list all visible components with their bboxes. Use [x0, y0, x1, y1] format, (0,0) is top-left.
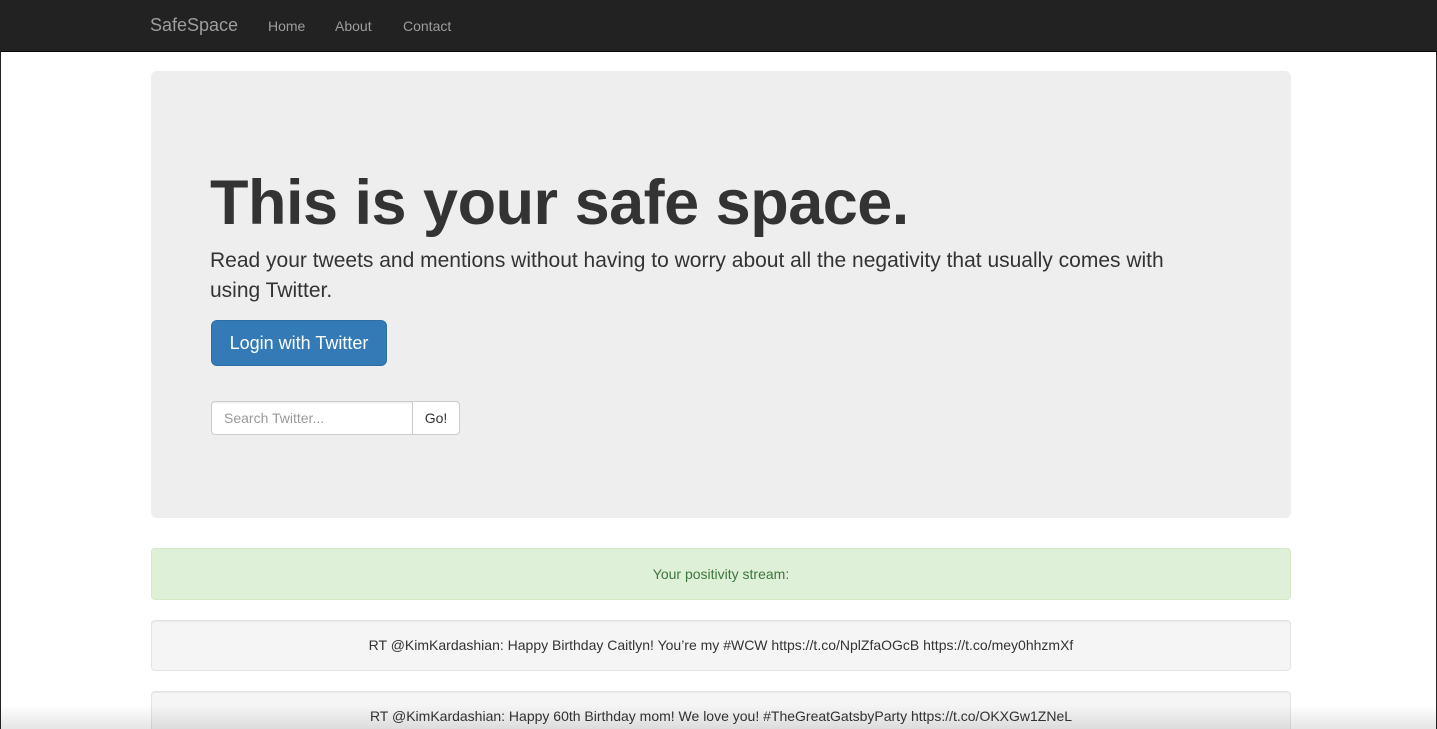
search-go-button[interactable]: Go!	[413, 401, 460, 435]
nav-item-contact[interactable]: Contact	[403, 17, 451, 35]
search-form: Go!	[211, 401, 460, 435]
brand-link[interactable]: SafeSpace	[150, 15, 238, 35]
login-with-twitter-button[interactable]: Login with Twitter	[211, 320, 387, 366]
search-input[interactable]	[211, 401, 413, 435]
hero-title: This is your safe space.	[210, 168, 909, 238]
hero-lead-text: Read your tweets and mentions without ha…	[210, 249, 1164, 302]
nav-item-about[interactable]: About	[335, 17, 372, 35]
positivity-stream-header: Your positivity stream:	[151, 548, 1291, 600]
tweet-item: RT @KimKardashian: Happy Birthday Caitly…	[151, 620, 1291, 671]
navbar: SafeSpace Home About Contact	[1, 0, 1437, 52]
hero-jumbotron: This is your safe space. Read your tweet…	[151, 71, 1291, 518]
nav-item-home[interactable]: Home	[268, 17, 305, 35]
tweet-item: RT @KimKardashian: Happy 60th Birthday m…	[151, 691, 1291, 729]
